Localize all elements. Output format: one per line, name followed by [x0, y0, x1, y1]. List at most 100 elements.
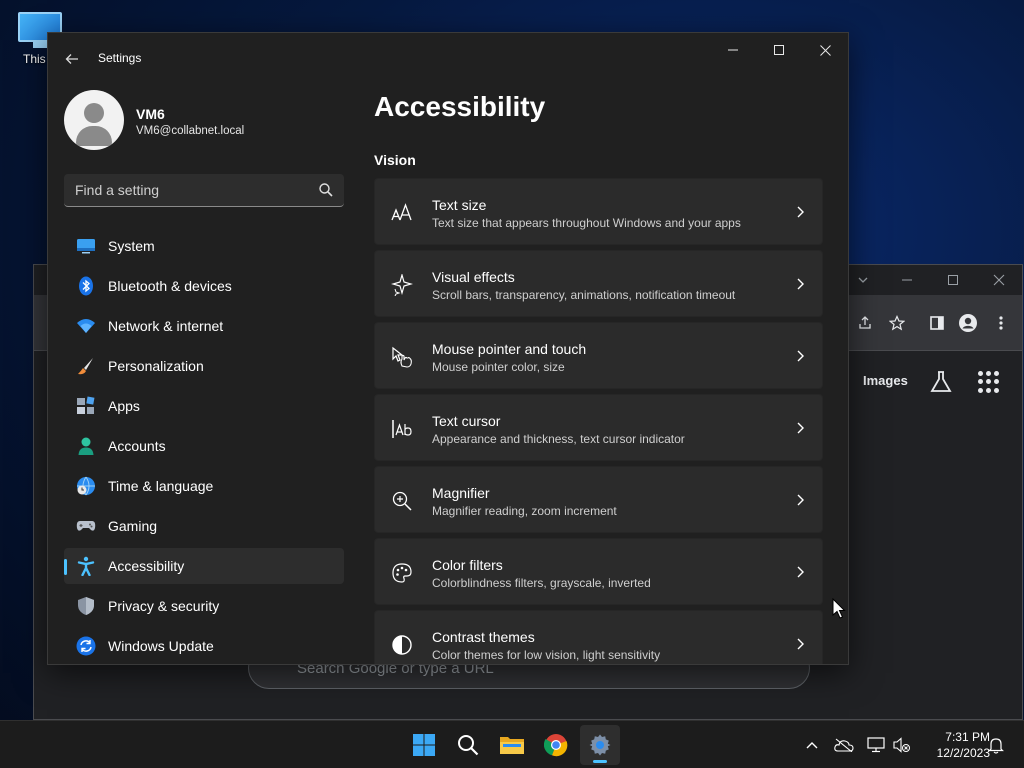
network-icon[interactable] — [866, 735, 886, 755]
chevron-right-icon — [797, 422, 804, 434]
find-setting-input[interactable] — [64, 174, 344, 206]
sidebar-item-label: Privacy & security — [108, 598, 220, 614]
sidebar-item-network[interactable]: Network & internet — [64, 308, 344, 344]
sidebar-item-privacy-security[interactable]: Privacy & security — [64, 588, 344, 624]
browser-close-button[interactable] — [976, 265, 1022, 295]
back-arrow-icon — [65, 54, 78, 64]
sidebar-item-accounts[interactable]: Accounts — [64, 428, 344, 464]
images-link[interactable]: Images — [863, 373, 908, 388]
sparkle-icon — [391, 274, 413, 296]
card-subtitle: Mouse pointer color, size — [432, 360, 565, 374]
more-vertical-icon[interactable] — [985, 307, 1017, 339]
gamepad-icon — [76, 521, 96, 531]
share-icon[interactable] — [849, 307, 881, 339]
chevron-right-icon — [797, 278, 804, 290]
chevron-right-icon — [797, 638, 804, 650]
sidebar-item-apps[interactable]: Apps — [64, 388, 344, 424]
taskbar-file-explorer[interactable] — [492, 725, 532, 765]
sidebar-item-label: Accounts — [108, 438, 166, 454]
minimize-icon — [728, 49, 738, 51]
maximize-icon — [774, 45, 784, 55]
clock-date: 12/2/2023 — [936, 746, 990, 760]
mouse-cursor-icon — [832, 598, 846, 619]
page-title: Accessibility — [374, 91, 546, 122]
sidebar-nav: System Bluetooth & devices Network & int… — [64, 228, 344, 664]
start-button[interactable] — [404, 725, 444, 765]
setting-card-visual-effects[interactable]: Visual effects Scroll bars, transparency… — [374, 250, 823, 317]
pointer-hand-icon — [392, 346, 412, 368]
bookmark-star-icon[interactable] — [881, 307, 913, 339]
sidebar-item-time-language[interactable]: Time & language — [64, 468, 344, 504]
browser-minimize-button[interactable] — [884, 265, 930, 295]
labs-flask-icon[interactable] — [928, 369, 954, 395]
user-name: VM6 — [136, 106, 165, 122]
onedrive-icon[interactable] — [834, 735, 854, 755]
sidebar-item-label: Personalization — [108, 358, 204, 374]
chevron-right-icon — [797, 350, 804, 362]
sidebar-item-system[interactable]: System — [64, 228, 344, 264]
maximize-button[interactable] — [756, 33, 802, 67]
card-title: Contrast themes — [432, 629, 535, 645]
setting-card-mouse-pointer[interactable]: Mouse pointer and touch Mouse pointer co… — [374, 322, 823, 389]
tray-overflow-chevron-icon[interactable] — [802, 735, 822, 755]
sidebar-item-accessibility[interactable]: Accessibility — [64, 548, 344, 584]
profile-icon[interactable] — [952, 307, 984, 339]
setting-card-text-size[interactable]: Text size Text size that appears through… — [374, 178, 823, 245]
settings-window: Settings VM6 VM6@collabnet.local System … — [47, 32, 849, 665]
bluetooth-icon — [79, 276, 93, 296]
taskbar-search-button[interactable] — [448, 725, 488, 765]
notification-bell-icon[interactable] — [986, 735, 1006, 755]
sidebar-item-bluetooth[interactable]: Bluetooth & devices — [64, 268, 344, 304]
chevron-right-icon — [797, 494, 804, 506]
section-title-vision: Vision — [374, 152, 416, 168]
system-icon — [77, 239, 95, 254]
taskbar-chrome[interactable] — [536, 725, 576, 765]
sidebar-item-label: Gaming — [108, 518, 158, 534]
vision-settings-list: Text size Text size that appears through… — [374, 178, 823, 664]
browser-maximize-button[interactable] — [930, 265, 976, 295]
sidebar-item-label: Windows Update — [108, 638, 214, 654]
volume-muted-icon[interactable] — [892, 735, 912, 755]
taskbar-clock[interactable]: 7:31 PM 12/2/2023 — [918, 729, 990, 761]
text-size-icon — [391, 203, 412, 221]
setting-card-magnifier[interactable]: Magnifier Magnifier reading, zoom increm… — [374, 466, 823, 533]
google-apps-icon[interactable] — [978, 371, 1000, 393]
accounts-icon — [78, 437, 94, 455]
side-panel-icon[interactable] — [921, 307, 953, 339]
sidebar-item-label: Accessibility — [108, 558, 185, 574]
globe-clock-icon — [77, 476, 95, 496]
minimize-button[interactable] — [710, 33, 756, 67]
sidebar-item-label: System — [108, 238, 155, 254]
clock-time: 7:31 PM — [945, 730, 990, 744]
magnifier-icon — [392, 491, 412, 511]
gear-icon — [589, 734, 611, 756]
windows-logo-icon — [413, 734, 435, 756]
sidebar-item-windows-update[interactable]: Windows Update — [64, 628, 344, 664]
update-icon — [76, 636, 96, 656]
avatar[interactable] — [64, 90, 124, 150]
sidebar-item-gaming[interactable]: Gaming — [64, 508, 344, 544]
search-icon — [458, 735, 479, 756]
setting-card-contrast-themes[interactable]: Contrast themes Color themes for low vis… — [374, 610, 823, 664]
card-subtitle: Color themes for low vision, light sensi… — [432, 648, 661, 662]
settings-titlebar: Settings — [48, 33, 848, 81]
user-email: VM6@collabnet.local — [136, 125, 245, 137]
card-title: Color filters — [432, 557, 503, 573]
close-button[interactable] — [802, 33, 848, 67]
sidebar-item-personalization[interactable]: Personalization — [64, 348, 344, 384]
card-subtitle: Colorblindness filters, grayscale, inver… — [432, 576, 651, 590]
card-subtitle: Scroll bars, transparency, animations, n… — [432, 288, 736, 302]
shield-icon — [78, 597, 94, 615]
card-title: Magnifier — [432, 485, 490, 501]
setting-card-text-cursor[interactable]: Text cursor Appearance and thickness, te… — [374, 394, 823, 461]
folder-icon — [500, 737, 524, 754]
palette-icon — [392, 563, 412, 583]
back-button[interactable] — [58, 45, 86, 73]
taskbar-settings[interactable] — [580, 725, 620, 765]
sidebar-item-label: Network & internet — [108, 318, 224, 334]
accessibility-icon — [77, 556, 95, 576]
find-setting-box — [64, 174, 344, 207]
setting-card-color-filters[interactable]: Color filters Colorblindness filters, gr… — [374, 538, 823, 605]
chevron-right-icon — [797, 566, 804, 578]
app-title: Settings — [98, 51, 142, 65]
